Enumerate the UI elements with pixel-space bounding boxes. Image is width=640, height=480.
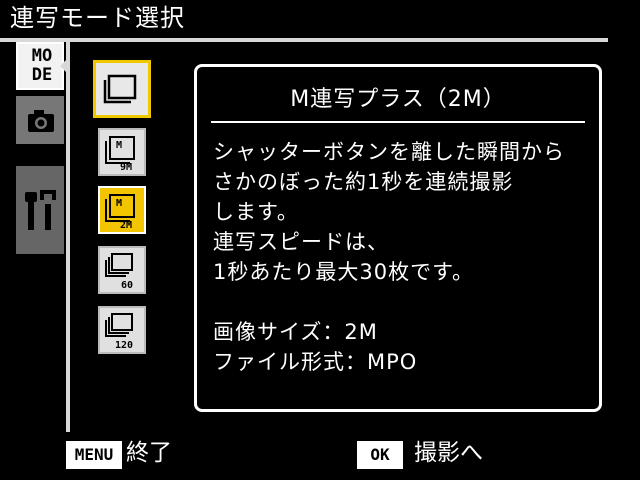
- image-size-info: 画像サイズ：2M: [213, 320, 378, 344]
- continuous-shooting-icon: [103, 74, 137, 104]
- wrench-screwdriver-icon: [25, 190, 56, 230]
- panel-title-divider: [211, 121, 585, 123]
- continuous-120-icon: 120: [105, 313, 133, 351]
- option-m-continuous-9m[interactable]: M 9M: [98, 128, 146, 176]
- description-line-1: シャッターボタンを離した瞬間から: [213, 140, 565, 164]
- description-panel: M連写プラス（2M） シャッターボタンを離した瞬間から さかのぼった約1秒を連続…: [194, 64, 602, 412]
- m-continuous-2m-icon: M 2M: [105, 194, 135, 231]
- tab-mode[interactable]: MO DE: [16, 42, 64, 90]
- panel-title: M連写プラス（2M）: [290, 87, 506, 112]
- option-9m-bottom-label: 9M: [120, 162, 132, 173]
- description-line-4: 連写スピードは、: [213, 230, 389, 254]
- tab-strip: MO DE: [16, 42, 68, 432]
- menu-button[interactable]: MENU: [66, 441, 122, 469]
- description-line-3: します。: [213, 200, 299, 224]
- file-format-info: ファイル形式：MPO: [213, 350, 418, 374]
- option-2m-bottom-label: 2M: [120, 220, 132, 231]
- mode-tab-label-line2: DE: [31, 65, 53, 85]
- description-line-2: さかのぼった約1秒を連続撮影: [213, 170, 514, 194]
- option-9m-top-label: M: [116, 140, 122, 151]
- option-continuous[interactable]: [93, 60, 151, 118]
- option-continuous-60[interactable]: 60: [98, 246, 146, 294]
- header-divider: [0, 38, 608, 42]
- menu-button-label: 終了: [126, 440, 172, 466]
- screen-title: 連写モード選択: [10, 4, 185, 32]
- continuous-60-icon: 60: [105, 253, 133, 291]
- description-line-5: 1秒あたり最大30枚です。: [213, 260, 474, 284]
- option-120-label: 120: [115, 340, 133, 351]
- mode-tab-label: MO DE: [22, 47, 62, 85]
- option-continuous-120[interactable]: 120: [98, 306, 146, 354]
- tab-shooting[interactable]: [16, 96, 64, 144]
- mode-tab-label-line1: MO: [31, 46, 53, 66]
- option-m-continuous-2m-selected[interactable]: M 2M: [98, 186, 146, 234]
- option-2m-top-label: M: [116, 198, 122, 209]
- ok-button[interactable]: OK: [357, 441, 403, 469]
- m-continuous-9m-icon: M 9M: [105, 136, 135, 173]
- camera-icon: [28, 110, 54, 132]
- tab-setup[interactable]: [16, 166, 64, 254]
- ok-button-label: 撮影へ: [414, 440, 483, 466]
- tab-divider-line: [66, 42, 70, 432]
- option-60-label: 60: [121, 280, 133, 291]
